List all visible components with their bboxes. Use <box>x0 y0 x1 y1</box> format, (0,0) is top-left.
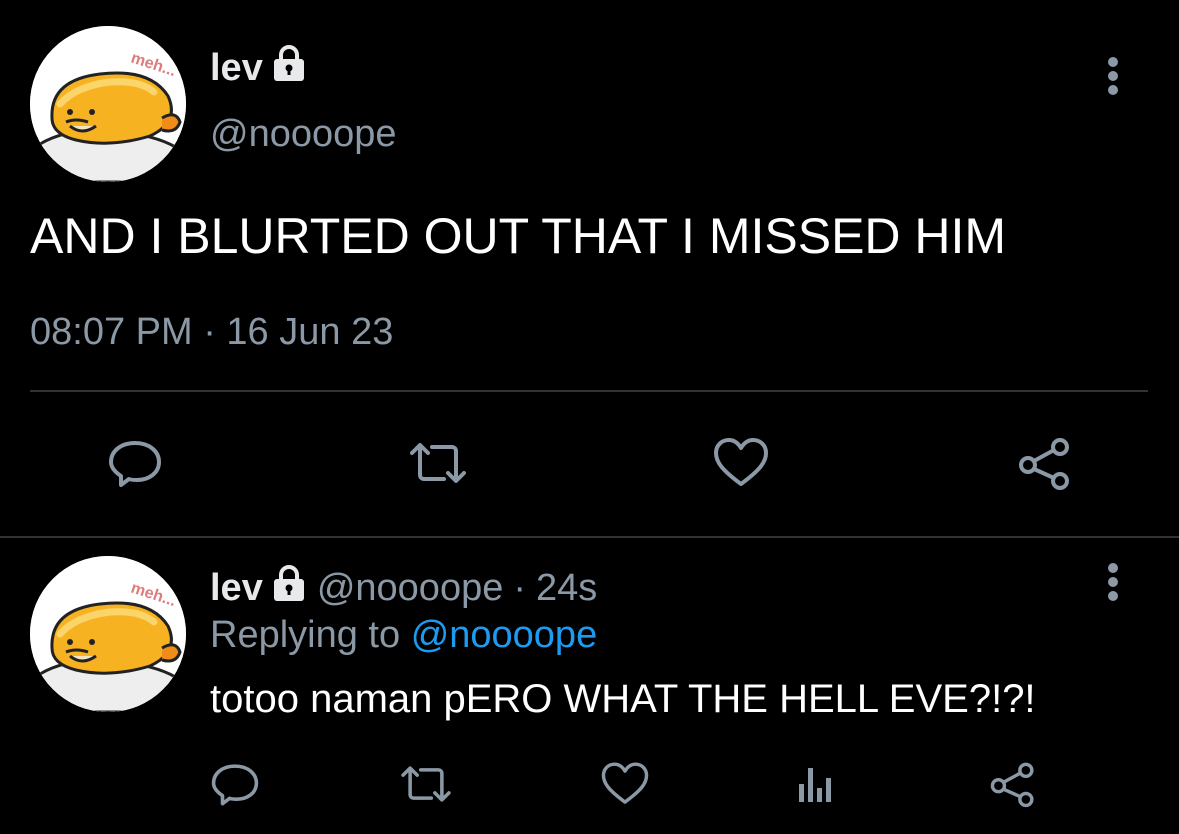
replying-prefix: Replying to <box>210 614 401 656</box>
divider <box>30 390 1148 392</box>
timestamp[interactable]: 08:07 PM · 16 Jun 23 <box>30 308 393 356</box>
more-icon[interactable] <box>1098 560 1128 604</box>
tweet-text: AND I BLURTED OUT THAT I MISSED HIM <box>30 208 1007 264</box>
reply-icon[interactable] <box>206 756 264 812</box>
share-icon[interactable] <box>1012 432 1078 494</box>
avatar-main[interactable]: meh... <box>30 26 186 182</box>
replying-handle-link[interactable]: @noooope <box>411 614 598 656</box>
display-name[interactable]: lev <box>210 46 263 90</box>
relative-time[interactable]: 24s <box>536 566 597 610</box>
user-line-reply: lev @noooope · 24s <box>210 564 597 612</box>
like-icon[interactable] <box>596 756 654 812</box>
lock-icon <box>273 564 305 612</box>
retweet-icon[interactable] <box>402 432 474 494</box>
more-icon[interactable] <box>1098 54 1128 98</box>
handle[interactable]: @noooope <box>317 566 504 610</box>
handle[interactable]: @noooope <box>210 112 397 156</box>
avatar-reply[interactable]: meh... <box>30 556 186 712</box>
reply-icon[interactable] <box>102 432 168 494</box>
display-name[interactable]: lev <box>210 566 263 610</box>
section-divider <box>0 536 1179 538</box>
share-icon[interactable] <box>984 756 1042 812</box>
separator: · <box>513 567 526 609</box>
user-line-main: lev <box>210 44 305 92</box>
replying-line: Replying to @noooope <box>210 612 597 658</box>
retweet-icon[interactable] <box>394 756 458 812</box>
lock-icon <box>273 44 305 92</box>
reply-text: totoo naman pERO WHAT THE HELL EVE?!?! <box>210 677 1036 721</box>
like-icon[interactable] <box>708 432 774 494</box>
analytics-icon[interactable] <box>790 756 840 812</box>
